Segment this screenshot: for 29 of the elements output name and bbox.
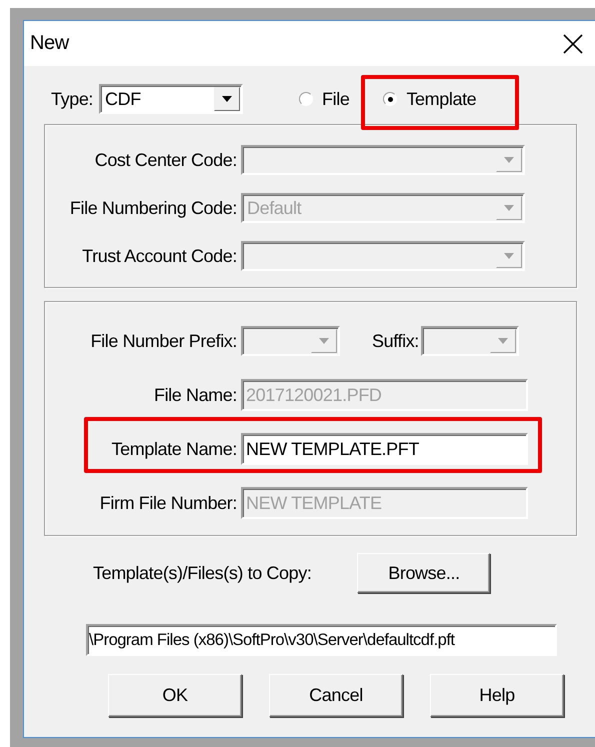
close-icon[interactable] (563, 34, 583, 54)
type-label: Type: (51, 88, 94, 110)
field-label: Cost Center Code: (94, 150, 237, 170)
field-label: Firm File Number: (98, 492, 237, 514)
browse-button[interactable]: Browse... (357, 553, 490, 593)
radio-button[interactable] (383, 92, 398, 106)
text-field[interactable]: NEW TEMPLATE.PFT (241, 433, 528, 465)
dropdown[interactable]: CDF (99, 84, 244, 114)
dropdown-arrow-icon (222, 96, 232, 102)
field-label: File Number Prefix: (90, 330, 237, 352)
field-label: File Name: (152, 384, 237, 406)
radio-label[interactable]: File (322, 88, 350, 110)
field-label: File Numbering Code: (68, 198, 237, 218)
field-label: Trust Account Code: (81, 246, 237, 266)
field-label: Template Name: (110, 438, 237, 460)
radio-button[interactable] (299, 92, 314, 106)
path-field[interactable]: \Program Files (x86)\SoftPro\v30\Server\defaultcdf.pft (86, 624, 557, 656)
field-label: Suffix: (372, 330, 419, 352)
dropdown-arrow-icon (504, 205, 514, 211)
copy-label: Template(s)/Files(s) to Copy: (93, 562, 312, 584)
dialog-button[interactable]: Cancel (269, 674, 403, 717)
dropdown-arrow-icon (504, 157, 514, 163)
dialog-button[interactable]: OK (108, 674, 242, 717)
dropdown-arrow-icon (504, 253, 514, 259)
radio-label[interactable]: Template (406, 88, 476, 110)
dropdown-arrow-icon (498, 338, 508, 344)
dropdown-arrow-icon (319, 338, 329, 344)
dialog-button[interactable]: Help (430, 674, 564, 717)
window-title: New (30, 32, 69, 55)
